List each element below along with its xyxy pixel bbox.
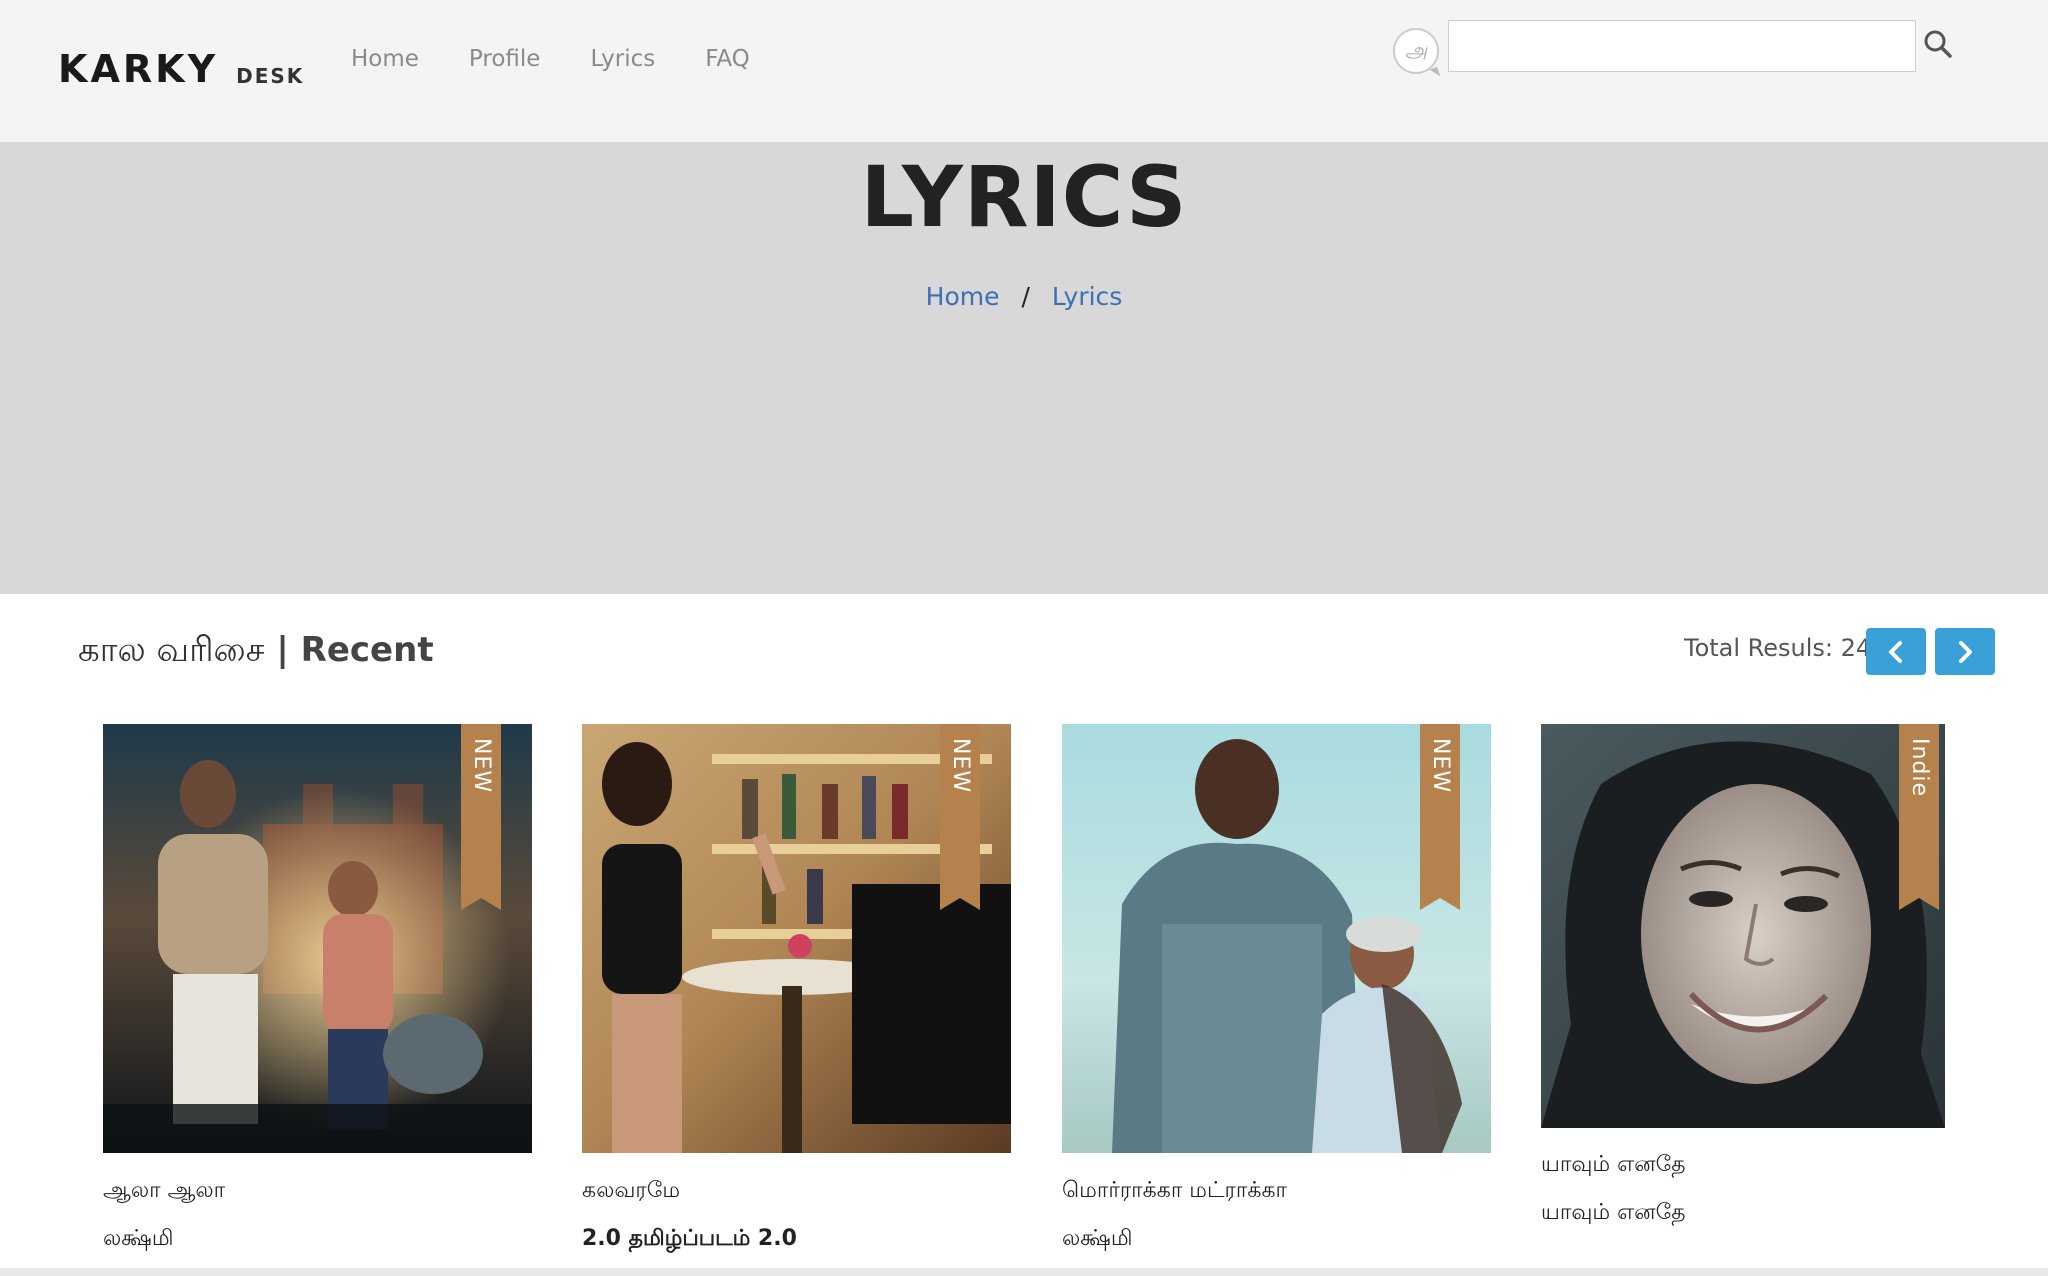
hero-banner: LYRICS Home / Lyrics [0,142,2048,594]
site-logo[interactable]: KARKY DESK [58,44,304,88]
ribbon-label: NEW [469,738,494,794]
new-ribbon-badge: NEW [1420,724,1460,910]
logo-main-text: KARKY [58,47,219,91]
album-cover-image[interactable] [1541,724,1945,1128]
search-input[interactable] [1448,20,1916,72]
nav-faq[interactable]: FAQ [705,46,750,72]
ribbon-label: NEW [948,738,973,794]
previous-page-button[interactable] [1866,628,1926,675]
song-title[interactable]: ஆலா ஆலா [103,1178,225,1206]
next-page-button[interactable] [1935,628,1995,675]
section-title: கால வரிசை | Recent [78,630,434,674]
page-title: LYRICS [860,148,1188,246]
new-ribbon-badge: NEW [461,724,501,910]
movie-name[interactable]: லக்ஷ்மி [103,1226,174,1254]
search-icon[interactable] [1922,28,1954,60]
top-navbar: KARKY DESK Home Profile Lyrics FAQ அ [0,0,2048,142]
breadcrumb-lyrics[interactable]: Lyrics [1052,282,1122,311]
breadcrumb-home[interactable]: Home [926,282,1000,311]
song-title[interactable]: யாவும் எனதே [1541,1152,1686,1180]
logo-sub-text: DESK [236,64,305,88]
ribbon-label: Indie [1907,738,1932,798]
ribbon-label: NEW [1428,738,1453,794]
movie-name[interactable]: 2.0 தமிழ்ப்படம் 2.0 [582,1226,797,1254]
new-ribbon-badge: NEW [940,724,980,910]
song-title[interactable]: மொர்ராக்கா மட்ராக்கா [1062,1178,1287,1206]
main-nav: Home Profile Lyrics FAQ [351,46,750,72]
section-title-english: Recent [300,630,434,670]
section-title-separator: | [264,630,301,670]
nav-home[interactable]: Home [351,46,419,72]
nav-profile[interactable]: Profile [469,46,541,72]
movie-name[interactable]: லக்ஷ்மி [1062,1226,1133,1254]
song-title[interactable]: கலவரமே [582,1178,680,1206]
chevron-right-icon [1959,640,1972,663]
page-bottom-strip [0,1268,2048,1276]
breadcrumb: Home / Lyrics [0,282,2048,311]
nav-lyrics[interactable]: Lyrics [590,46,655,72]
indie-ribbon-badge: Indie [1899,724,1939,910]
total-results: Total Resuls: 24 [1684,634,1872,662]
breadcrumb-separator: / [1021,282,1030,311]
tamil-keyboard-toggle-icon[interactable]: அ [1393,28,1439,74]
movie-name[interactable]: யாவும் எனதே [1541,1200,1686,1228]
section-title-tamil: கால வரிசை [78,630,265,670]
chevron-left-icon [1889,640,1902,663]
